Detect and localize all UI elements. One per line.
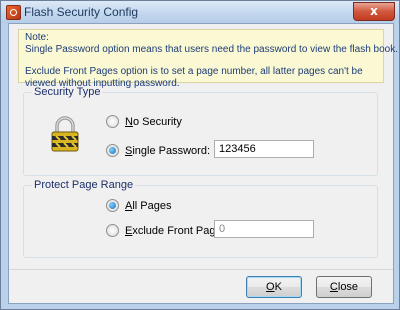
app-icon: [6, 5, 21, 20]
note-box: Note: Single Password option means that …: [18, 29, 398, 89]
close-label-text: lose: [337, 281, 359, 293]
exclude-front-pages-option[interactable]: Exclude Front Pages: [106, 224, 227, 237]
footer-separator: [9, 269, 393, 270]
exclude-pages-input[interactable]: 0: [214, 220, 314, 238]
no-security-radio[interactable]: [106, 115, 119, 128]
dialog-window: Flash Security Config x Note: Single Pas…: [0, 0, 400, 310]
all-pages-label-text: ll Pages: [132, 199, 172, 212]
exclude-front-pages-label-text: xclude Front Pages: [132, 224, 228, 237]
note-line: Note:: [25, 32, 49, 43]
password-input[interactable]: 123456: [214, 140, 314, 158]
protect-page-range-group: Protect Page Range All Pages Exclude Fro…: [23, 179, 378, 258]
all-pages-radio[interactable]: [106, 199, 119, 212]
note-line: Exclude Front Pages option is to set a p…: [25, 66, 363, 77]
dialog-body: Note: Single Password option means that …: [8, 23, 398, 304]
exclude-front-pages-radio[interactable]: [106, 224, 119, 237]
single-password-label: Single Password:: [125, 145, 210, 157]
no-security-option[interactable]: No Security: [106, 115, 182, 128]
single-password-radio[interactable]: [106, 144, 119, 157]
title-bar[interactable]: Flash Security Config x: [1, 1, 399, 23]
close-window-button[interactable]: x: [353, 2, 395, 21]
padlock-icon: [51, 116, 79, 152]
security-type-group: Security Type No Security Single Passwor…: [23, 86, 378, 176]
no-security-label: No Security: [125, 116, 182, 128]
no-security-label-text: o Security: [132, 115, 182, 128]
ok-accel: O: [266, 281, 275, 293]
note-line: Single Password option means that users …: [25, 43, 398, 55]
note-line: [25, 55, 377, 66]
ok-label-text: K: [274, 281, 282, 293]
exclude-front-pages-label: Exclude Front Pages: [125, 225, 227, 237]
close-accel: C: [329, 281, 338, 293]
protect-page-range-title: Protect Page Range: [32, 179, 136, 191]
single-password-label-text: ingle Password:: [132, 144, 210, 157]
single-password-option[interactable]: Single Password:: [106, 144, 210, 157]
close-button[interactable]: Close: [316, 276, 372, 298]
no-security-accel: N: [125, 115, 133, 128]
all-pages-label: All Pages: [125, 200, 171, 212]
security-type-title: Security Type: [32, 86, 103, 98]
all-pages-option[interactable]: All Pages: [106, 199, 171, 212]
window-title: Flash Security Config: [24, 5, 139, 19]
ok-button[interactable]: OK: [246, 276, 302, 298]
